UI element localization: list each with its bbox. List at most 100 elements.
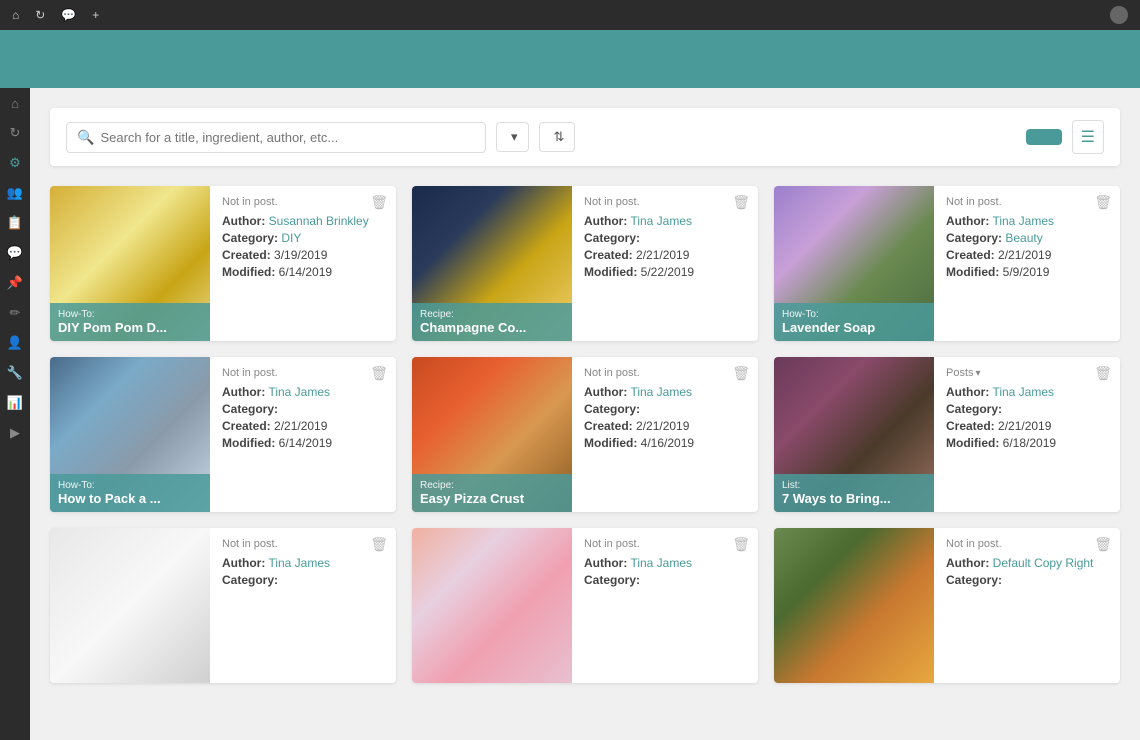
category-link-1[interactable]: DIY <box>281 231 301 245</box>
sidebar-item-analytics[interactable]: 📊 <box>5 395 25 411</box>
card-delete-2[interactable]: 🗑 <box>732 194 750 211</box>
card-item-6: List:7 Ways to Bring... Posts ▾ 🗑 Author: T… <box>774 357 1120 512</box>
sidebar-item-users[interactable]: 👥 <box>5 185 25 201</box>
sidebar-item-tools[interactable]: 🔧 <box>5 365 25 381</box>
sidebar-item-settings[interactable]: ⚙ <box>5 155 25 171</box>
card-author-row-1: Author: Susannah Brinkley <box>222 214 384 228</box>
card-category-row-7: Category: <box>222 573 384 587</box>
card-item-9: Not in post.🗑Author: Default Copy RightC… <box>774 528 1120 683</box>
sidebar-item-edit[interactable]: ✏ <box>5 305 25 321</box>
author-link-8[interactable]: Tina James <box>630 556 692 570</box>
card-delete-1[interactable]: 🗑 <box>370 194 388 211</box>
author-link-7[interactable]: Tina James <box>268 556 330 570</box>
category-label-3: Category: <box>946 231 1002 245</box>
card-image-9[interactable] <box>774 528 934 683</box>
author-link-9[interactable]: Default Copy Right <box>993 556 1094 570</box>
card-label-3: How-To:Lavender Soap <box>774 303 934 341</box>
author-label-6: Author: <box>946 385 989 399</box>
card-author-row-3: Author: Tina James <box>946 214 1108 228</box>
search-box[interactable]: 🔍 <box>66 122 486 153</box>
card-created-row-2: Created: 2/21/2019 <box>584 248 746 262</box>
date-arrow-icon: ⇅ <box>554 129 565 145</box>
card-title-5: Easy Pizza Crust <box>420 491 564 506</box>
card-delete-8[interactable]: 🗑 <box>732 536 750 553</box>
card-modified-row-3: Modified: 5/9/2019 <box>946 265 1108 279</box>
card-delete-5[interactable]: 🗑 <box>732 365 750 382</box>
date-filter[interactable]: ⇅ <box>539 122 576 152</box>
category-label-5: Category: <box>584 402 640 416</box>
card-author-row-8: Author: Tina James <box>584 556 746 570</box>
sidebar-item-home[interactable]: ⌂ <box>5 96 25 111</box>
sidebar-item-profile[interactable]: 👤 <box>5 335 25 351</box>
card-category-row-3: Category: Beauty <box>946 231 1108 245</box>
create-new-card-button[interactable] <box>1026 129 1062 145</box>
category-label-7: Category: <box>222 573 278 587</box>
card-item-1: How-To:DIY Pom Pom D...Not in post.🗑Auth… <box>50 186 396 341</box>
author-link-6[interactable]: Tina James <box>992 385 1054 399</box>
card-type-5: Recipe: <box>420 480 564 491</box>
card-title-3: Lavender Soap <box>782 320 926 335</box>
card-modified-row-2: Modified: 5/22/2019 <box>584 265 746 279</box>
card-delete-6[interactable]: 🗑 <box>1094 365 1112 382</box>
view-toggle-button[interactable]: ☰ <box>1072 120 1104 154</box>
card-author-row-7: Author: Tina James <box>222 556 384 570</box>
home-icon: ⌂ <box>12 8 19 22</box>
card-image-7[interactable] <box>50 528 210 683</box>
category-label-6: Category: <box>946 402 1002 416</box>
card-image-8[interactable] <box>412 528 572 683</box>
card-modified-row-5: Modified: 4/16/2019 <box>584 436 746 450</box>
all-cards-filter[interactable]: ▾ <box>496 122 529 152</box>
card-delete-3[interactable]: 🗑 <box>1094 194 1112 211</box>
new-item[interactable]: + <box>92 8 103 22</box>
card-category-row-1: Category: DIY <box>222 231 384 245</box>
author-link-2[interactable]: Tina James <box>630 214 692 228</box>
card-image-5[interactable]: Recipe:Easy Pizza Crust <box>412 357 572 512</box>
sidebar-item-comments[interactable]: 💬 <box>5 245 25 261</box>
posts-dropdown-6[interactable]: Posts ▾ <box>946 367 981 379</box>
card-author-row-4: Author: Tina James <box>222 385 384 399</box>
card-item-8: Not in post.🗑Author: Tina JamesCategory: <box>412 528 758 683</box>
user-avatar[interactable] <box>1110 6 1128 24</box>
sidebar-item-media[interactable]: ▶ <box>5 425 25 441</box>
card-status-5: Not in post. <box>584 367 746 379</box>
card-info-4: Not in post.🗑Author: Tina JamesCategory:… <box>210 357 396 512</box>
sidebar-item-pages[interactable]: 📋 <box>5 215 25 231</box>
card-author-row-6: Author: Tina James <box>946 385 1108 399</box>
card-status-2: Not in post. <box>584 196 746 208</box>
card-image-4[interactable]: How-To:How to Pack a ... <box>50 357 210 512</box>
category-label-9: Category: <box>946 573 1002 587</box>
list-view-icon: ☰ <box>1081 129 1095 146</box>
card-delete-7[interactable]: 🗑 <box>370 536 388 553</box>
card-category-row-2: Category: <box>584 231 746 245</box>
card-author-row-2: Author: Tina James <box>584 214 746 228</box>
messages-item[interactable]: 💬 <box>61 8 80 22</box>
card-type-4: How-To: <box>58 480 202 491</box>
main-layout: ⌂ ↻ ⚙ 👥 📋 💬 📌 ✏ 👤 🔧 📊 ▶ 🔍 ▾ ⇅ <box>0 88 1140 740</box>
card-image-2[interactable]: Recipe:Champagne Co... <box>412 186 572 341</box>
author-link-3[interactable]: Tina James <box>992 214 1054 228</box>
card-item-5: Recipe:Easy Pizza CrustNot in post.🗑Auth… <box>412 357 758 512</box>
card-category-row-9: Category: <box>946 573 1108 587</box>
author-link-5[interactable]: Tina James <box>630 385 692 399</box>
author-link-4[interactable]: Tina James <box>268 385 330 399</box>
card-image-6[interactable]: List:7 Ways to Bring... <box>774 357 934 512</box>
card-delete-4[interactable]: 🗑 <box>370 365 388 382</box>
card-info-2: Not in post.🗑 Author: Tina James Category:… <box>572 186 758 341</box>
card-delete-9[interactable]: 🗑 <box>1094 536 1112 553</box>
updates-item[interactable]: ↻ <box>35 8 49 22</box>
comment-icon: 💬 <box>61 8 76 22</box>
author-link-1[interactable]: Susannah Brinkley <box>269 214 369 228</box>
sidebar-item-pin[interactable]: 📌 <box>5 275 25 291</box>
card-title-6: 7 Ways to Bring... <box>782 491 926 506</box>
card-title-4: How to Pack a ... <box>58 491 202 506</box>
card-image-3[interactable]: How-To:Lavender Soap <box>774 186 934 341</box>
sidebar-item-refresh[interactable]: ↻ <box>5 125 25 141</box>
search-input[interactable] <box>100 130 475 145</box>
category-link-3[interactable]: Beauty <box>1005 231 1042 245</box>
card-created-row-5: Created: 2/21/2019 <box>584 419 746 433</box>
card-modified-row-1: Modified: 6/14/2019 <box>222 265 384 279</box>
site-name-item[interactable]: ⌂ <box>12 8 23 22</box>
top-bar: ⌂ ↻ 💬 + <box>0 0 1140 30</box>
card-image-1[interactable]: How-To:DIY Pom Pom D... <box>50 186 210 341</box>
card-info-6: Posts ▾🗑Author: Tina JamesCategory: Crea… <box>934 357 1120 512</box>
